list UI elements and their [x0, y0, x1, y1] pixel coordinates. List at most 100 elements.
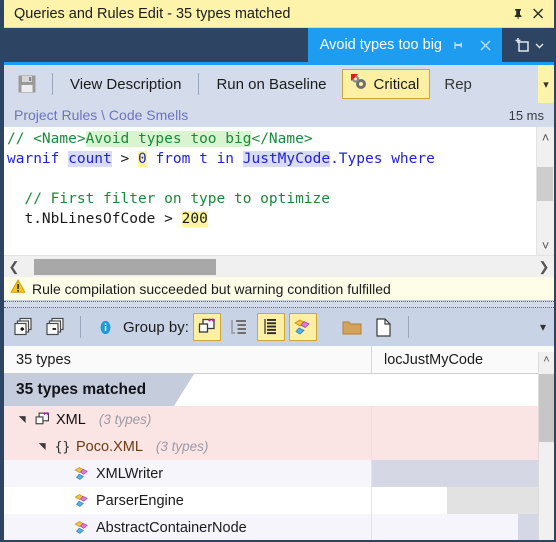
- editor-horizontal-scrollbar[interactable]: ❮ ❯: [4, 255, 554, 277]
- type-icon: [74, 465, 91, 482]
- collapse-all-icon[interactable]: [42, 313, 70, 341]
- command-toolbar: View Description Run on Baseline Critica…: [4, 65, 554, 103]
- group-by-list-icon[interactable]: [256, 313, 285, 341]
- results-tree[interactable]: ◢ XML (3 types) ◢ {} Poco.XML (3 types) XMLWrit…: [4, 406, 554, 540]
- run-on-baseline-button[interactable]: Run on Baseline: [207, 73, 335, 96]
- save-icon[interactable]: [10, 69, 44, 99]
- toolbar-overflow-chevron-down-icon[interactable]: ▾: [538, 65, 554, 103]
- critical-label: Critical: [373, 75, 420, 93]
- row-name-cell[interactable]: AbstractContainerNode: [4, 514, 372, 540]
- chevron-left-icon[interactable]: ❮: [4, 259, 24, 275]
- group-by-member-icon[interactable]: [288, 313, 317, 341]
- window-titlebar: Queries and Rules Edit - 35 types matche…: [4, 0, 554, 28]
- row-metric-cell[interactable]: [372, 514, 554, 540]
- code-token: .Types: [330, 151, 392, 167]
- code-token: // First filter on type to optimize: [7, 191, 331, 207]
- table-row[interactable]: AbstractContainerNode: [4, 514, 554, 540]
- code-token: 0: [137, 151, 147, 167]
- view-description-button[interactable]: View Description: [61, 73, 190, 96]
- row-metric-cell[interactable]: [372, 406, 554, 433]
- new-query-group-icon[interactable]: [502, 28, 554, 62]
- group-by-hierarchy-icon[interactable]: [225, 313, 253, 341]
- results-vertical-scroll-thumb[interactable]: [539, 374, 554, 442]
- row-label: XMLWriter: [96, 465, 164, 482]
- row-metric-cell[interactable]: [372, 487, 554, 514]
- chevron-right-icon[interactable]: ❯: [534, 259, 554, 275]
- breadcrumb-path[interactable]: Project Rules \ Code Smells: [14, 107, 188, 123]
- tab-avoid-types-too-big[interactable]: Avoid types too big: [307, 28, 502, 62]
- critical-gears-icon: [350, 73, 368, 95]
- chevron-down-icon: [535, 43, 544, 48]
- results-banner: 35 types matched: [4, 374, 554, 406]
- metric-bar: [372, 460, 554, 487]
- editor-horizontal-scroll-thumb[interactable]: [34, 258, 216, 275]
- row-metric-cell[interactable]: [372, 460, 554, 487]
- chevron-down-icon[interactable]: ˅: [542, 236, 550, 254]
- row-count: (3 types): [155, 439, 209, 454]
- code-token: Avoid types too big: [85, 131, 252, 147]
- queries-and-rules-edit-window: Queries and Rules Edit - 35 types matche…: [0, 0, 556, 542]
- grid-column-headers: 35 types locJustMyCode ˄: [4, 345, 554, 374]
- table-row[interactable]: XMLWriter: [4, 460, 554, 487]
- row-label: AbstractContainerNode: [96, 519, 247, 536]
- results-vertical-scrollbar[interactable]: ˄: [538, 352, 554, 540]
- pin-icon[interactable]: [450, 36, 468, 54]
- results-banner-rest: [194, 374, 554, 406]
- file-icon[interactable]: [370, 313, 398, 341]
- table-row[interactable]: ParserEngine: [4, 487, 554, 514]
- tab-strip-spacer: [4, 28, 308, 62]
- row-name-cell[interactable]: XMLWriter: [4, 460, 372, 487]
- row-label: Poco.XML: [76, 438, 143, 455]
- code-line: [7, 169, 536, 189]
- results-toolbar-overflow-chevron-down-icon[interactable]: ▾: [540, 308, 546, 346]
- code-token: in: [216, 151, 243, 167]
- table-row[interactable]: ◢ XML (3 types): [4, 406, 554, 433]
- group-by-assembly-icon[interactable]: [192, 313, 221, 341]
- breadcrumb: Project Rules \ Code Smells 15 ms: [4, 103, 554, 127]
- row-name-cell[interactable]: ◢ XML (3 types): [4, 406, 372, 433]
- editor-hscroll-track[interactable]: [24, 258, 534, 275]
- pin-icon[interactable]: [508, 4, 528, 24]
- panel-splitter[interactable]: [4, 301, 554, 308]
- code-token: t: [199, 151, 217, 167]
- expand-all-icon[interactable]: [10, 313, 38, 341]
- table-row[interactable]: ◢ {} Poco.XML (3 types): [4, 433, 554, 460]
- code-editor-text[interactable]: // <Name>Avoid types too big</Name> warni…: [4, 127, 536, 255]
- results-banner-tail: [174, 374, 194, 406]
- info-icon[interactable]: [91, 313, 119, 341]
- column-header-locjustmycode[interactable]: locJustMyCode: [372, 346, 536, 374]
- chevron-up-icon[interactable]: ˄: [542, 128, 550, 146]
- execution-duration: 15 ms: [508, 107, 544, 123]
- row-name-cell[interactable]: ◢ {} Poco.XML (3 types): [4, 433, 372, 460]
- code-editor[interactable]: // <Name>Avoid types too big</Name> warni…: [4, 127, 554, 255]
- svg-text:{}: {}: [55, 440, 71, 455]
- row-name-cell[interactable]: ParserEngine: [4, 487, 372, 514]
- tab-strip: Avoid types too big: [4, 28, 554, 62]
- code-token: count: [68, 151, 112, 167]
- row-metric-cell[interactable]: [372, 433, 554, 460]
- window-title: Queries and Rules Edit - 35 types matche…: [14, 5, 291, 22]
- expanded-triangle-icon[interactable]: ◢: [17, 413, 28, 427]
- editor-vertical-scroll-thumb[interactable]: [537, 167, 553, 201]
- expanded-triangle-icon[interactable]: ◢: [37, 440, 48, 454]
- code-token: where: [391, 151, 435, 167]
- folder-icon[interactable]: [338, 313, 366, 341]
- column-header-types[interactable]: 35 types: [4, 345, 372, 374]
- critical-button[interactable]: Critical: [341, 69, 431, 99]
- report-button[interactable]: Rep: [444, 76, 472, 93]
- row-count: (3 types): [98, 412, 152, 427]
- code-token: from: [155, 151, 200, 167]
- warning-triangle-icon: [10, 278, 26, 299]
- code-token: JustMyCode: [242, 151, 331, 167]
- close-icon[interactable]: [528, 4, 548, 24]
- assembly-icon: [34, 411, 51, 428]
- code-line: // <Name>Avoid types too big</Name>: [7, 129, 536, 149]
- chevron-up-icon[interactable]: ˄: [539, 352, 554, 368]
- code-line: t.NbLinesOfCode > 200: [7, 209, 536, 229]
- type-icon: [74, 492, 91, 509]
- namespace-braces-icon: {}: [54, 438, 71, 455]
- close-icon[interactable]: [476, 36, 494, 54]
- code-token: //: [7, 131, 34, 147]
